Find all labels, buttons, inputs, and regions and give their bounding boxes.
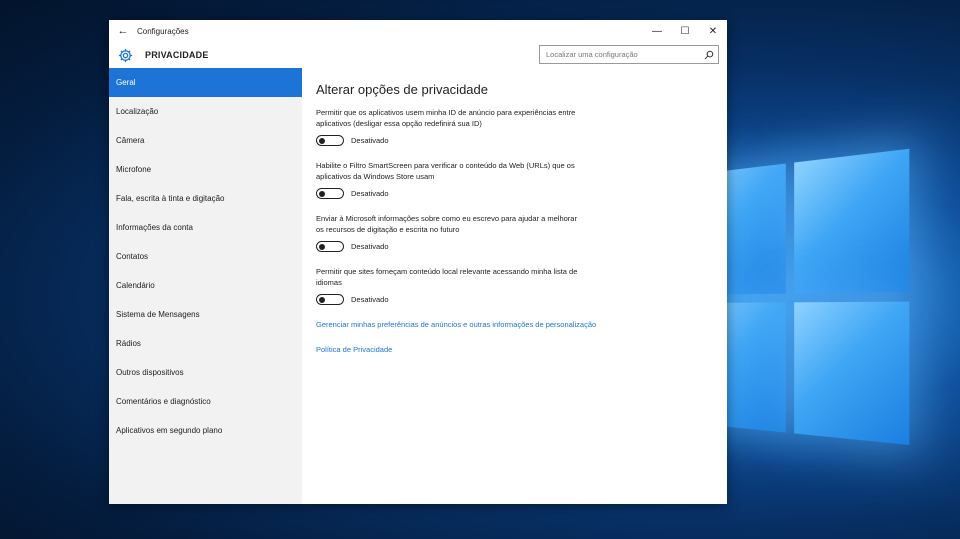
back-arrow-icon[interactable]: ←: [109, 25, 137, 37]
sidebar-item[interactable]: Geral: [109, 68, 302, 97]
manage-ad-preferences-link[interactable]: Gerenciar minhas preferências de anúncio…: [316, 319, 606, 330]
sidebar-item[interactable]: Câmera: [109, 126, 302, 155]
toggle-switch[interactable]: [316, 294, 344, 305]
section-heading: Alterar opções de privacidade: [316, 82, 488, 97]
toggle-switch[interactable]: [316, 188, 344, 199]
maximize-button[interactable]: ☐: [671, 20, 699, 42]
sidebar-item[interactable]: Comentários e diagnóstico: [109, 387, 302, 416]
sidebar-item[interactable]: Contatos: [109, 242, 302, 271]
toggle-row: Desativado: [316, 188, 616, 199]
search-placeholder: Localizar uma configuração: [546, 50, 638, 59]
close-button[interactable]: ✕: [699, 20, 727, 42]
toggle-row: Desativado: [316, 241, 616, 252]
sidebar: Geral Localização Câmera Microfone Fala, esc…: [109, 68, 302, 504]
privacy-policy-link[interactable]: Política de Privacidade: [316, 344, 606, 355]
toggle-state-label: Desativado: [351, 136, 389, 145]
privacy-option: Enviar à Microsoft informações sobre com…: [316, 213, 616, 252]
title-bar: ← Configurações — ☐ ✕: [109, 20, 727, 42]
toggle-knob: [319, 137, 325, 144]
sidebar-item[interactable]: Fala, escrita à tinta e digitação: [109, 184, 302, 213]
toggle-row: Desativado: [316, 294, 616, 305]
toggle-switch[interactable]: [316, 135, 344, 146]
toggle-row: Desativado: [316, 135, 616, 146]
sidebar-item[interactable]: Microfone: [109, 155, 302, 184]
sidebar-item[interactable]: Calendário: [109, 271, 302, 300]
option-description: Permitir que os aplicativos usem minha I…: [316, 108, 576, 128]
option-description: Habilite o Filtro SmartScreen para verif…: [316, 161, 575, 181]
option-description: Permitir que sites forneçam conteúdo loc…: [316, 267, 578, 287]
toggle-state-label: Desativado: [351, 295, 389, 304]
page-title: PRIVACIDADE: [145, 50, 209, 60]
window-title: Configurações: [137, 26, 189, 36]
settings-window: ← Configurações — ☐ ✕ PRIVACIDADE Locali…: [109, 20, 727, 504]
toggle-state-label: Desativado: [351, 242, 389, 251]
sidebar-item[interactable]: Localização: [109, 97, 302, 126]
toggle-knob: [319, 190, 325, 197]
main-content: Alterar opções de privacidade Permitir q…: [316, 82, 616, 355]
toggle-knob: [319, 243, 325, 250]
gear-icon: [117, 47, 133, 63]
sidebar-item[interactable]: Aplicativos em segundo plano: [109, 416, 302, 445]
search-icon[interactable]: [700, 50, 718, 60]
toggle-knob: [319, 296, 325, 303]
search-input[interactable]: Localizar uma configuração: [539, 45, 719, 64]
minimize-button[interactable]: —: [643, 20, 671, 42]
toggle-state-label: Desativado: [351, 189, 389, 198]
sidebar-item[interactable]: Outros dispositivos: [109, 358, 302, 387]
privacy-option: Permitir que sites forneçam conteúdo loc…: [316, 266, 616, 305]
option-description: Enviar à Microsoft informações sobre com…: [316, 214, 577, 234]
sidebar-item[interactable]: Informações da conta: [109, 213, 302, 242]
sidebar-item[interactable]: Rádios: [109, 329, 302, 358]
privacy-option: Permitir que os aplicativos usem minha I…: [316, 107, 616, 146]
sidebar-item[interactable]: Sistema de Mensagens: [109, 300, 302, 329]
privacy-option: Habilite o Filtro SmartScreen para verif…: [316, 160, 616, 199]
toggle-switch[interactable]: [316, 241, 344, 252]
